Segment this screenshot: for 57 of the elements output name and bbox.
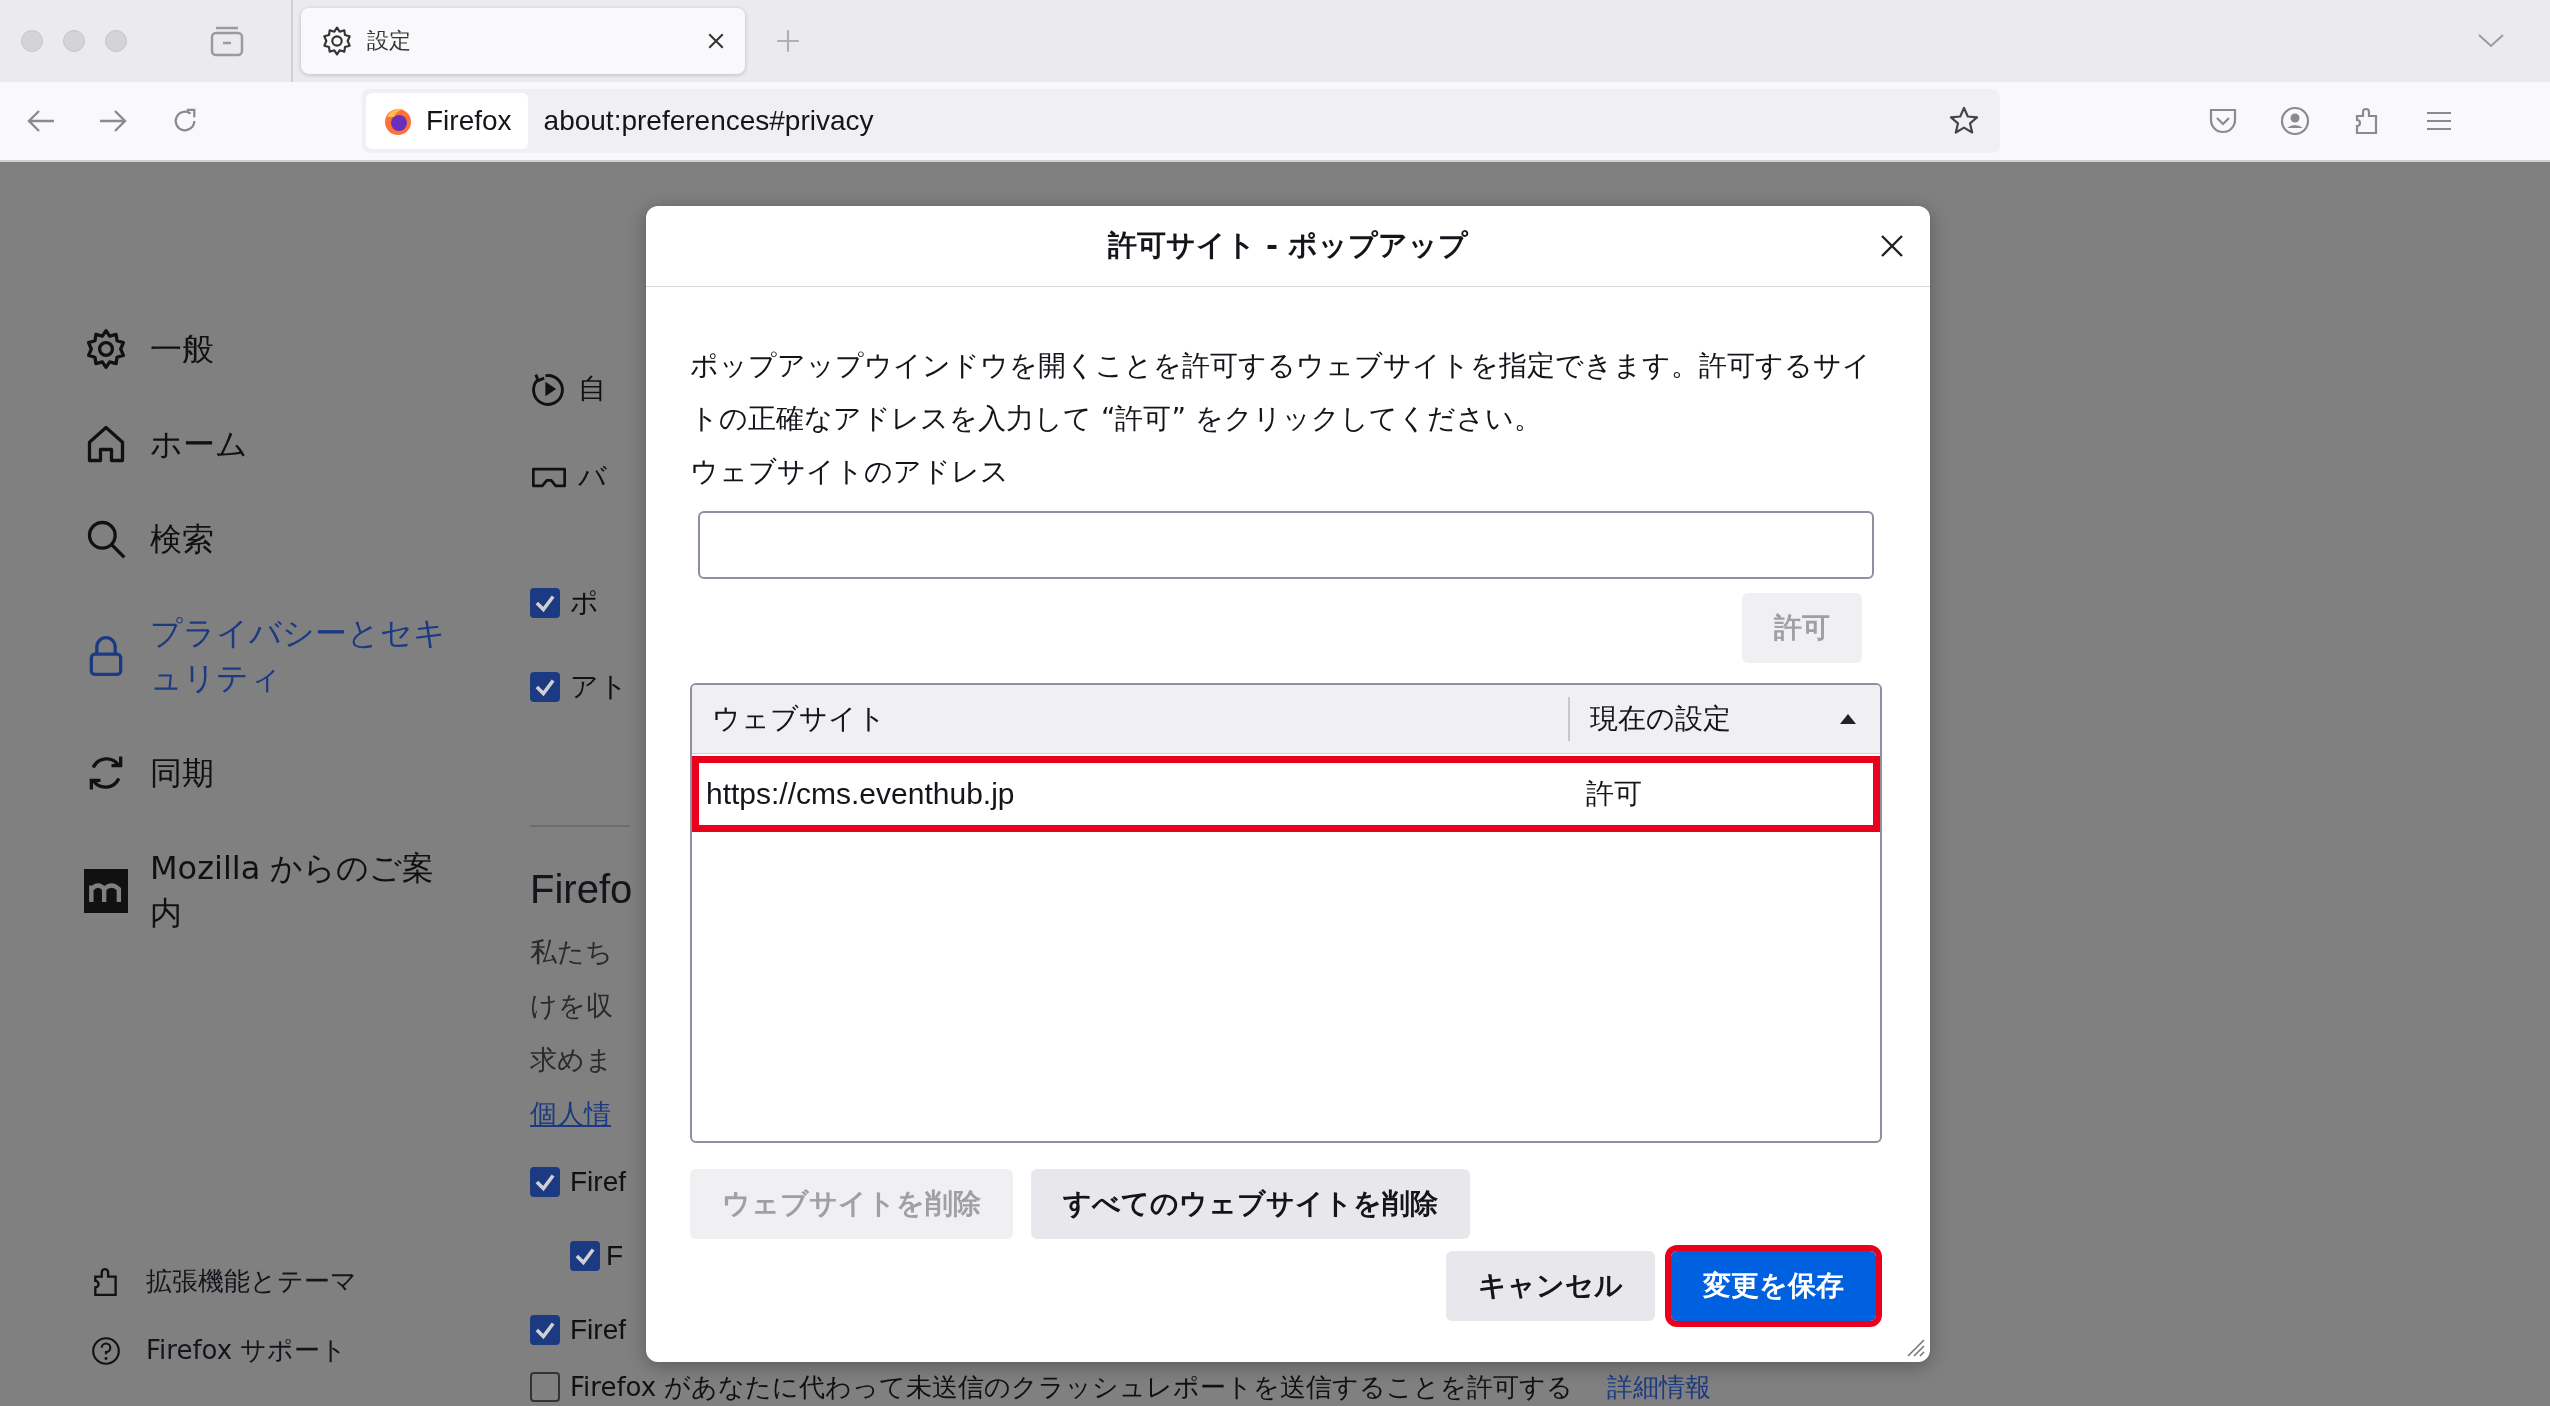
setting-label: バ	[578, 459, 607, 495]
checkbox-label: Firef	[570, 1314, 626, 1346]
sidebar-item[interactable]: ホーム	[84, 421, 460, 467]
checkbox-label: Firef	[570, 1166, 626, 1198]
dialog-description: ポップアップウインドウを開くことを許可するウェブサイトを指定できます。許可するサイトの正確なアドレスを入力して “許可” をクリックしてください。	[690, 348, 1872, 437]
learn-more-link[interactable]: 詳細情報	[1607, 1369, 1712, 1405]
checkbox-label: Firefox があなたに代わって未送信のクラッシュレポートを送信することを許可する	[570, 1370, 1574, 1404]
table-cell-text: 許可	[1586, 776, 1642, 812]
checkbox[interactable]	[530, 1167, 560, 1197]
column-header[interactable]: 現在の設定	[1570, 685, 1880, 753]
sidebar-item[interactable]: 検索	[84, 516, 460, 562]
back-icon[interactable]	[26, 108, 56, 134]
section-text: 私たち	[530, 935, 614, 969]
browser-tab[interactable]: 設定	[301, 8, 745, 74]
new-tab-icon[interactable]	[775, 28, 801, 54]
table-row[interactable]: https://cms.eventhub.jp 許可	[692, 756, 1880, 832]
close-icon[interactable]	[707, 32, 725, 50]
section-heading: Firefo	[530, 867, 630, 912]
tab-list-icon[interactable]	[210, 25, 244, 57]
sidebar-item[interactable]: 一般	[84, 327, 460, 372]
close-icon[interactable]	[1880, 234, 1904, 258]
sidebar-item[interactable]: プライバシーとセキュリティ	[84, 611, 460, 701]
checkbox-label: ポ	[570, 586, 599, 620]
checkbox[interactable]	[530, 1372, 560, 1402]
gear-icon	[84, 327, 128, 372]
privacy-link[interactable]: 個人情	[530, 1096, 630, 1150]
checkbox[interactable]	[530, 1315, 560, 1345]
checkbox[interactable]	[530, 588, 560, 618]
dialog-title: 許可サイト - ポップアップ	[1107, 227, 1469, 264]
field-label: ウェブサイトのアドレス	[690, 454, 1010, 490]
checkbox-label: アト	[570, 670, 628, 704]
section-text: けを収	[530, 989, 614, 1023]
address-bar[interactable]: Firefox about:preferences#privacy	[362, 89, 2000, 153]
url-text: about:preferences#privacy	[543, 105, 874, 137]
help-icon	[90, 1334, 122, 1367]
forward-icon[interactable]	[98, 108, 128, 134]
sidebar-item[interactable]: Mozilla からのご案内	[84, 845, 460, 936]
column-header[interactable]: ウェブサイト	[692, 697, 1570, 741]
table-cell-text: https://cms.eventhub.jp	[705, 777, 1016, 811]
account-icon[interactable]	[2280, 106, 2310, 136]
gear-icon	[321, 25, 353, 57]
identity-box[interactable]: Firefox	[366, 93, 528, 149]
bookmark-star-icon[interactable]	[1948, 105, 1980, 137]
pocket-icon[interactable]	[2208, 106, 2238, 136]
m-logo-icon	[84, 868, 128, 913]
checkbox[interactable]	[530, 672, 560, 702]
sidebar-item[interactable]: 同期	[84, 751, 460, 796]
chevron-down-icon[interactable]	[2478, 34, 2504, 48]
sidebar-link[interactable]: 拡張機能とテーマ	[84, 1264, 460, 1299]
address-field[interactable]	[698, 511, 1874, 579]
remove-all-button[interactable]: すべてのウェブサイトを削除	[1031, 1169, 1470, 1239]
sidebar-link[interactable]: Firefox サポート	[84, 1333, 460, 1368]
setting-label: 自	[578, 371, 606, 407]
checkbox-label: F	[606, 1240, 624, 1272]
checkbox[interactable]	[570, 1241, 600, 1271]
section-text: 求めま	[530, 1043, 614, 1077]
cancel-button[interactable]: キャンセル	[1446, 1251, 1655, 1321]
